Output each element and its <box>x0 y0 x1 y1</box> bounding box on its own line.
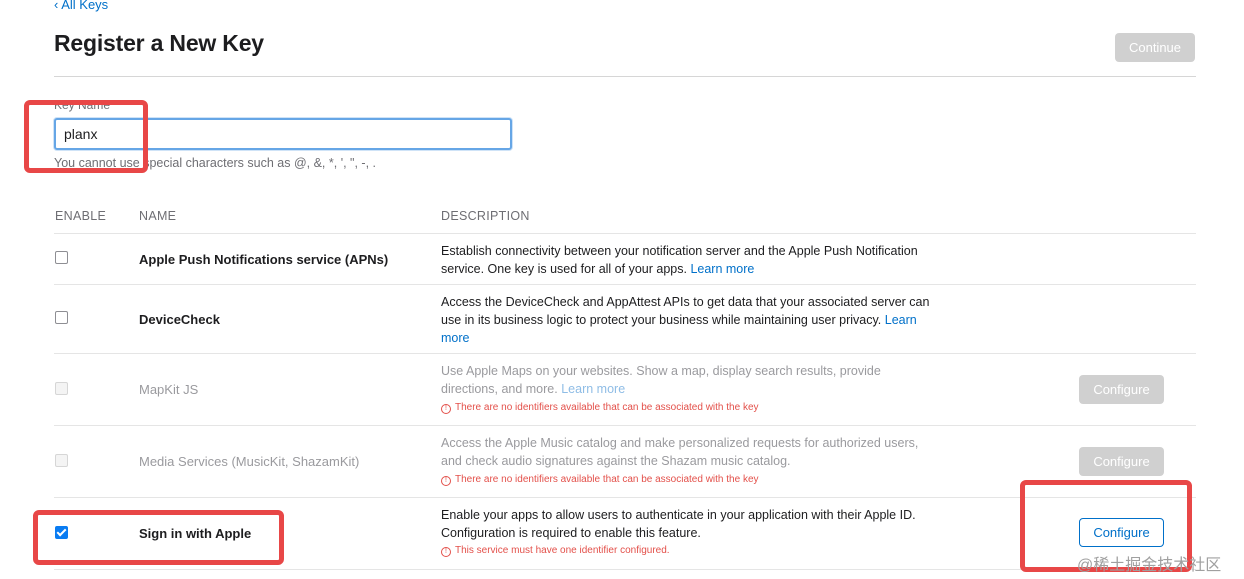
column-header-enable: ENABLE <box>55 209 107 223</box>
warning-message: ! There are no identifiers available that… <box>441 402 759 414</box>
watermark: @稀土掘金技术社区 <box>1077 557 1222 574</box>
enable-checkbox-mapkit <box>55 382 68 395</box>
service-description: Use Apple Maps on your websites. Show a … <box>441 364 881 396</box>
column-header-description: DESCRIPTION <box>441 209 530 223</box>
enable-checkbox-devicecheck[interactable] <box>55 311 68 324</box>
enable-checkbox-apns[interactable] <box>55 251 68 264</box>
configure-button-media-services: Configure <box>1079 447 1164 476</box>
service-description: Establish connectivity between your noti… <box>441 244 918 276</box>
table-divider <box>54 425 1196 426</box>
warning-message: ! There are no identifiers available that… <box>441 474 759 486</box>
service-name: Apple Push Notifications service (APNs) <box>139 252 389 267</box>
highlight-box-key-name <box>24 100 148 173</box>
enable-checkbox-media-services <box>55 454 68 467</box>
service-name: Media Services (MusicKit, ShazamKit) <box>139 454 360 469</box>
column-header-name: NAME <box>139 209 177 223</box>
table-divider <box>54 284 1196 285</box>
service-description: Access the DeviceCheck and AppAttest API… <box>441 295 930 345</box>
page-title: Register a New Key <box>54 30 264 56</box>
learn-more-link[interactable]: Learn more <box>561 382 625 396</box>
alert-icon: ! <box>441 547 451 557</box>
all-keys-back-link[interactable]: ‹ All Keys <box>54 0 108 12</box>
warning-message: ! This service must have one identifier c… <box>441 545 670 557</box>
service-description: Access the Apple Music catalog and make … <box>441 436 919 468</box>
service-name: MapKit JS <box>139 382 199 397</box>
continue-button[interactable]: Continue <box>1115 33 1195 62</box>
table-divider <box>54 353 1196 354</box>
service-description: Enable your apps to allow users to authe… <box>441 508 916 540</box>
alert-icon: ! <box>441 404 451 414</box>
header-divider <box>54 76 1196 77</box>
configure-button-mapkit: Configure <box>1079 375 1164 404</box>
table-divider <box>54 233 1196 234</box>
learn-more-link[interactable]: Learn more <box>690 262 754 276</box>
service-name: DeviceCheck <box>139 312 220 327</box>
alert-icon: ! <box>441 476 451 486</box>
highlight-box-sign-in-with-apple <box>33 510 284 565</box>
